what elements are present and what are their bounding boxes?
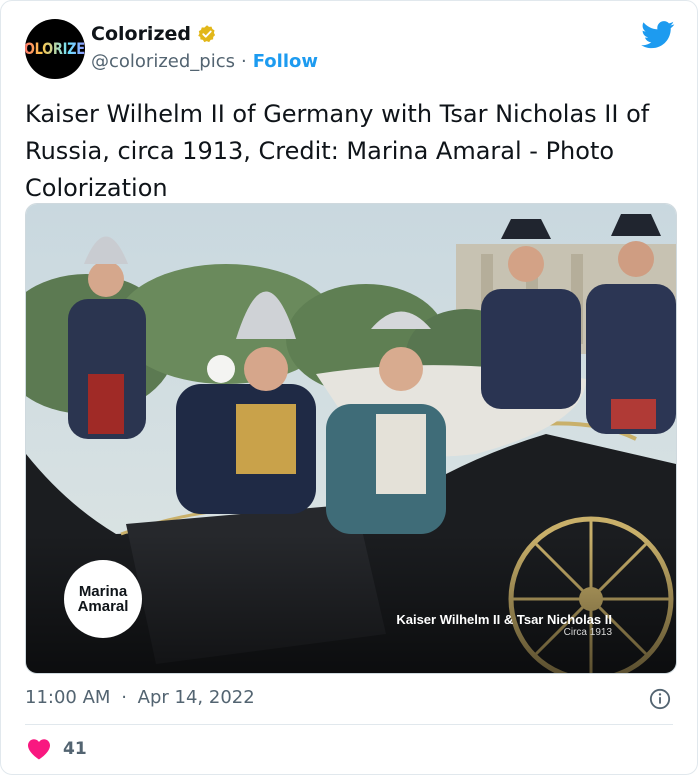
like-action[interactable]: 41: [27, 738, 87, 760]
separator-dot: ·: [240, 51, 247, 72]
tweet-photo[interactable]: Marina Amaral Kaiser Wilhelm II & Tsar N…: [25, 203, 677, 674]
tweet-time: 11:00 AM: [25, 687, 111, 708]
marina-amaral-logo: Marina Amaral: [64, 560, 142, 638]
caption-title: Kaiser Wilhelm II & Tsar Nicholas II: [396, 612, 612, 627]
display-name[interactable]: Colorized: [91, 23, 191, 45]
logo-line-1: Marina: [78, 583, 128, 600]
like-count: 41: [63, 739, 87, 759]
heart-icon[interactable]: [27, 738, 51, 760]
photo-caption: Kaiser Wilhelm II & Tsar Nicholas II Cir…: [396, 612, 612, 638]
tweet-text: Kaiser Wilhelm II of Germany with Tsar N…: [25, 100, 650, 202]
tweet-header: COLORIZED Colorized @colorized_pics · Fo…: [25, 19, 679, 81]
info-icon[interactable]: [649, 688, 671, 710]
name-row: Colorized: [91, 23, 217, 45]
caption-subtitle: Circa 1913: [563, 627, 612, 638]
logo-line-2: Amaral: [77, 598, 129, 615]
follow-button[interactable]: Follow: [253, 51, 318, 72]
tweet-timestamp[interactable]: 11:00 AM · Apr 14, 2022: [25, 687, 255, 708]
tweet-card: COLORIZED Colorized @colorized_pics · Fo…: [0, 0, 698, 775]
timestamp-separator: ·: [121, 687, 127, 708]
verified-badge-icon: [198, 25, 216, 43]
divider: [25, 724, 673, 725]
twitter-bird-icon[interactable]: [641, 21, 675, 49]
avatar[interactable]: COLORIZED: [25, 19, 85, 79]
tweet-date: Apr 14, 2022: [137, 687, 255, 708]
avatar-logo-text: COLORIZED: [25, 40, 85, 59]
handle[interactable]: @colorized_pics: [91, 51, 235, 72]
handle-row: @colorized_pics · Follow: [91, 51, 318, 72]
